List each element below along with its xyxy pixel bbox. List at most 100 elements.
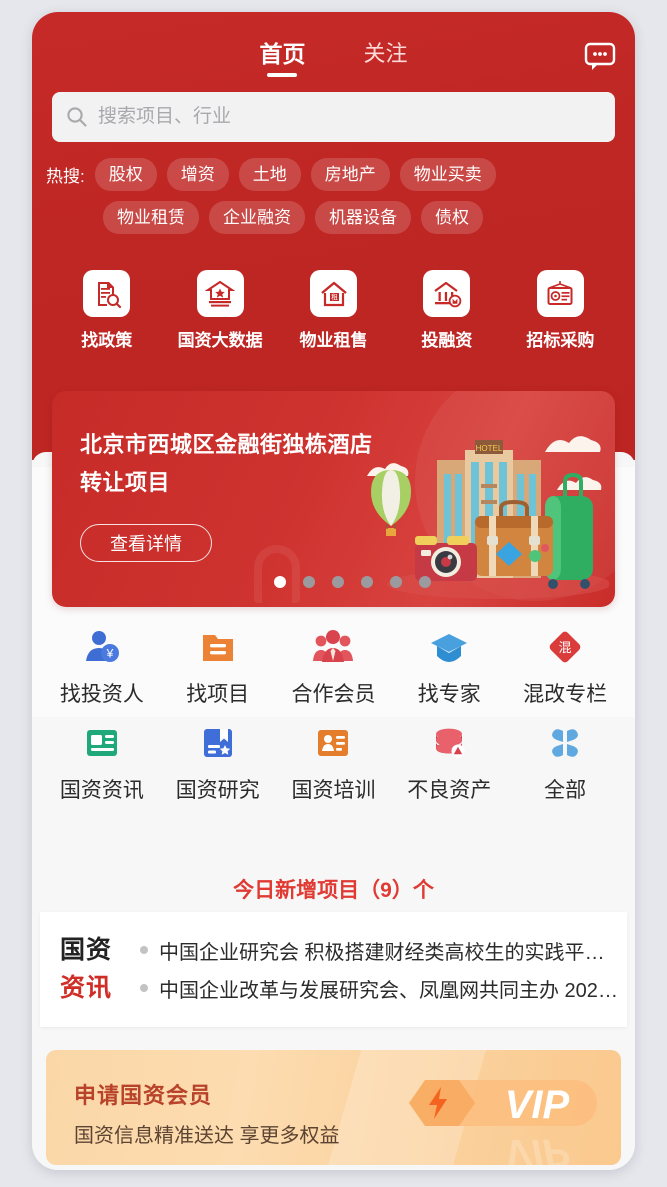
menu-item-label: 找专家 xyxy=(417,683,481,706)
quick-action-label: 招标采购 xyxy=(526,331,595,350)
quick-action-find-policy[interactable]: 找政策 xyxy=(50,270,163,351)
banner-watermark xyxy=(254,545,300,603)
hot-tag-enterprise-fin[interactable]: 企业融资 xyxy=(209,201,305,234)
carousel-dot-6[interactable] xyxy=(419,576,431,588)
grid-menu-row-1: ¥ 找投资人 找项目 合作会员 找专家 混 混改专栏 xyxy=(44,626,623,708)
menu-item-label: 找项目 xyxy=(186,683,250,706)
news-list-item[interactable]: 中国企业改革与发展研究会、凤凰网共同主办 2021… xyxy=(140,969,619,1007)
menu-item-label: 合作会员 xyxy=(291,683,376,706)
svg-text:¥: ¥ xyxy=(106,647,114,661)
banner-title-line2: 转让项目 xyxy=(80,470,171,495)
tab-home[interactable]: 首页 xyxy=(259,40,305,77)
hot-tag-property-sale[interactable]: 物业买卖 xyxy=(399,158,496,191)
quick-action-label: 找政策 xyxy=(81,331,133,350)
menu-item-news[interactable]: 国资资讯 xyxy=(44,722,160,804)
svg-text:HOTEL: HOTEL xyxy=(476,444,503,453)
news-brand-label: 国资 资讯 xyxy=(60,931,132,1007)
carousel-dot-5[interactable] xyxy=(390,576,402,588)
vip-membership-banner[interactable]: 申请国资会员 国资信息精准送达 享更多权益 VIP VIP xyxy=(46,1050,621,1165)
tab-follow-label: 关注 xyxy=(363,41,408,66)
quick-actions-row: 找政策 国资大数据 租 物业租售 投融资 招标采购 xyxy=(50,270,617,351)
menu-item-mixed-reform[interactable]: 混 混改专栏 xyxy=(507,626,623,708)
menu-item-bad-assets[interactable]: 不良资产 xyxy=(391,722,507,804)
news-brand-line2: 资讯 xyxy=(60,974,113,1002)
folder-icon xyxy=(197,626,239,668)
menu-item-label: 混改专栏 xyxy=(523,683,608,706)
carousel-dot-3[interactable] xyxy=(332,576,344,588)
quick-action-property-rent[interactable]: 租 物业租售 xyxy=(277,270,390,351)
menu-item-all[interactable]: 全部 xyxy=(507,722,623,804)
news-icon xyxy=(81,722,123,764)
bullet-icon xyxy=(140,984,148,992)
menu-item-find-expert[interactable]: 找专家 xyxy=(391,626,507,708)
menu-item-research[interactable]: 国资研究 xyxy=(160,722,276,804)
search-bar[interactable] xyxy=(52,92,615,142)
hot-search-label: 热搜: xyxy=(46,167,85,186)
banner-cta-button[interactable]: 查看详情 xyxy=(80,524,212,562)
hot-search-row-1: 热搜: 股权 增资 土地 房地产 物业买卖 xyxy=(46,158,621,191)
today-new-projects-title: 今日新增项目（9）个 xyxy=(233,879,434,902)
svg-text:VIP: VIP xyxy=(505,1136,570,1165)
grid-menu: ¥ 找投资人 找项目 合作会员 找专家 混 混改专栏 国资资讯 国资研究 国资培… xyxy=(44,626,623,818)
quick-action-label: 物业租售 xyxy=(299,331,368,350)
news-list-item[interactable]: 中国企业研究会 积极搭建财经类高校生的实践平台… xyxy=(140,931,619,969)
id-card-icon xyxy=(312,722,354,764)
government-building-icon xyxy=(196,270,244,317)
carousel-dot-1[interactable] xyxy=(274,576,286,588)
tab-follow[interactable]: 关注 xyxy=(363,40,407,77)
promo-banner-card[interactable]: 北京市西城区金融街独栋酒店 转让项目 查看详情 HOTEL xyxy=(52,391,615,607)
members-group-icon xyxy=(312,626,354,668)
diamond-hun-icon: 混 xyxy=(544,626,586,668)
coin-stack-icon xyxy=(428,722,470,764)
news-item-title: 中国企业改革与发展研究会、凤凰网共同主办 2021… xyxy=(159,979,619,1002)
quick-action-label: 国资大数据 xyxy=(177,331,263,350)
investor-person-icon: ¥ xyxy=(81,626,123,668)
document-search-icon xyxy=(83,270,131,317)
bookmark-book-icon xyxy=(197,722,239,764)
menu-item-label: 国资研究 xyxy=(175,779,260,802)
menu-item-coop-members[interactable]: 合作会员 xyxy=(276,626,392,708)
hot-tag-land[interactable]: 土地 xyxy=(238,158,301,191)
search-input[interactable] xyxy=(98,106,601,128)
header-tabs: 首页 关注 xyxy=(32,40,635,77)
chat-bubble-icon[interactable] xyxy=(583,42,617,72)
svg-text:VIP: VIP xyxy=(505,1083,570,1127)
hot-tag-machinery[interactable]: 机器设备 xyxy=(315,201,411,234)
svg-text:混: 混 xyxy=(559,640,572,655)
grid-menu-row-2: 国资资讯 国资研究 国资培训 不良资产 全部 xyxy=(44,722,623,804)
hot-tag-property-lease[interactable]: 物业租赁 xyxy=(103,201,199,234)
hot-tag-equity[interactable]: 股权 xyxy=(94,158,157,191)
svg-text:租: 租 xyxy=(331,293,338,301)
news-card: 国资 资讯 中国企业研究会 积极搭建财经类高校生的实践平台… 中国企业改革与发展… xyxy=(40,912,627,1027)
menu-item-label: 不良资产 xyxy=(407,779,492,802)
news-brand-line1: 国资 xyxy=(60,936,113,964)
hot-tag-realestate[interactable]: 房地产 xyxy=(310,158,390,191)
menu-item-label: 全部 xyxy=(544,779,587,802)
grid-all-icon xyxy=(544,722,586,764)
hot-search-row-2: 物业租赁 企业融资 机器设备 债权 xyxy=(46,201,621,234)
hot-tag-debt[interactable]: 债权 xyxy=(421,201,483,234)
vip-subtitle: 国资信息精准送达 享更多权益 xyxy=(74,1125,340,1147)
bank-coin-icon xyxy=(423,270,471,317)
menu-item-find-investor[interactable]: ¥ 找投资人 xyxy=(44,626,160,708)
vip-title: 申请国资会员 xyxy=(74,1083,213,1108)
carousel-dot-4[interactable] xyxy=(361,576,373,588)
banner-title-line1: 北京市西城区金融街独栋酒店 xyxy=(80,432,373,457)
phone-frame: 首页 关注 搜索项目、行业 热搜: 股权 增资 土地 房地产 物业买卖 物业租赁… xyxy=(32,12,635,1170)
menu-item-label: 国资资讯 xyxy=(59,779,144,802)
hot-search-area: 热搜: 股权 增资 土地 房地产 物业买卖 物业租赁 企业融资 机器设备 债权 xyxy=(46,158,621,244)
quick-action-bidding[interactable]: 招标采购 xyxy=(504,270,617,351)
vip-badge: VIP xyxy=(395,1072,607,1134)
tab-home-label: 首页 xyxy=(259,41,306,67)
quick-action-bigdata[interactable]: 国资大数据 xyxy=(163,270,276,351)
menu-item-find-project[interactable]: 找项目 xyxy=(160,626,276,708)
hot-tag-capital[interactable]: 增资 xyxy=(166,158,229,191)
tab-active-underline xyxy=(267,73,298,77)
menu-item-label: 国资培训 xyxy=(291,779,376,802)
graduation-cap-icon xyxy=(428,626,470,668)
carousel-dot-2[interactable] xyxy=(303,576,315,588)
search-icon xyxy=(66,106,88,128)
quick-action-investment[interactable]: 投融资 xyxy=(390,270,503,351)
menu-item-training[interactable]: 国资培训 xyxy=(276,722,392,804)
carousel-dots[interactable] xyxy=(274,576,431,588)
